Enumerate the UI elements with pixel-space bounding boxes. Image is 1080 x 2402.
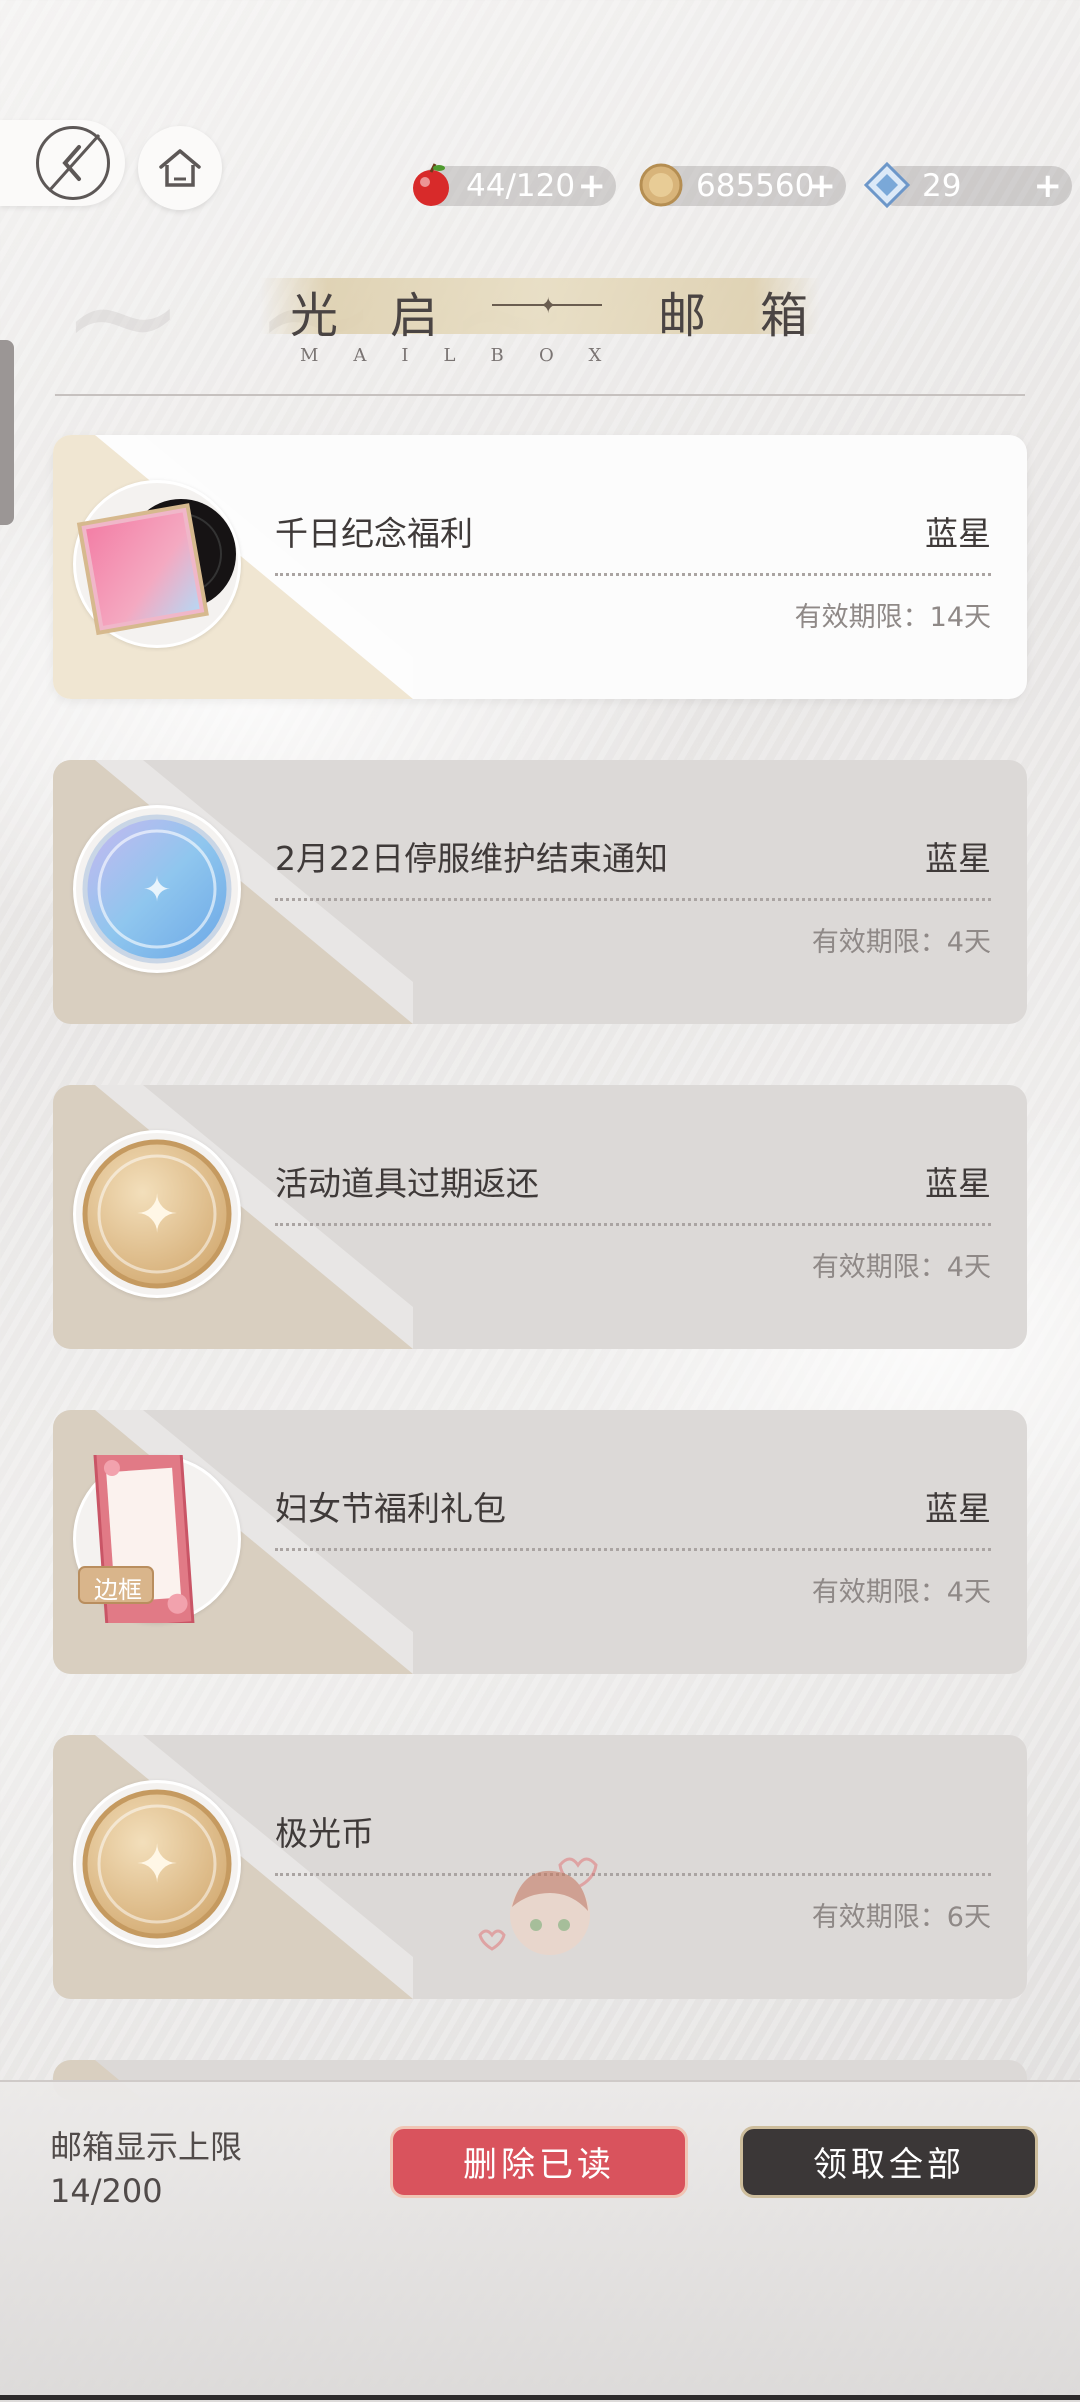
title-char: 光 <box>290 288 339 344</box>
mail-icon-circle <box>73 480 241 648</box>
svg-text:✦: ✦ <box>143 870 172 910</box>
dotted-divider <box>275 898 991 901</box>
mail-sender: 蓝星 <box>925 1489 991 1528</box>
mail-sender: 蓝星 <box>925 839 991 878</box>
page-title: 光 启 ✦ 邮 箱 <box>260 270 820 350</box>
title-char: 箱 <box>760 288 809 344</box>
svg-text:✦: ✦ <box>135 1835 179 1895</box>
delete-read-button[interactable]: 删除已读 <box>390 2126 688 2198</box>
frame-icon-label: 边框 <box>94 1576 142 1604</box>
mailbox-capacity-value: 14/200 <box>50 2172 163 2210</box>
chibi-character-icon <box>478 1857 598 1955</box>
blue-coin-icon: ✦ <box>82 814 232 964</box>
mailbox-capacity-label: 邮箱显示上限 <box>50 2128 243 2166</box>
title-char: 启 <box>390 288 439 344</box>
gold-value: 685560 <box>696 168 815 204</box>
mail-sender: 蓝星 <box>925 1164 991 1203</box>
stamina-counter[interactable]: 44/120 + <box>413 163 616 206</box>
mail-title: 2月22日停服维护结束通知 <box>275 839 668 878</box>
gold-coin-icon: ✦ <box>82 1139 232 1289</box>
sparkle-icon: ✦ <box>539 294 558 319</box>
mail-item[interactable]: 边框 妇女节福利礼包 蓝星 有效期限：4天 <box>53 1410 1027 1674</box>
dotted-divider <box>275 573 991 576</box>
mail-expire: 有效期限：14天 <box>794 602 991 633</box>
mail-item[interactable]: ✦ 2月22日停服维护结束通知 蓝星 有效期限：4天 <box>53 760 1027 1024</box>
gold-coin-icon <box>639 163 683 207</box>
vinyl-record-icon <box>76 499 236 636</box>
gold-plus-icon[interactable]: + <box>808 166 837 206</box>
mail-expire: 有效期限：4天 <box>811 927 991 958</box>
page-subtitle: MAILBOX <box>300 345 637 366</box>
gem-counter[interactable]: 29 + <box>863 161 1072 209</box>
mail-expire: 有效期限：6天 <box>811 1902 991 1933</box>
mail-title: 千日纪念福利 <box>275 514 473 553</box>
mail-expire: 有效期限：4天 <box>811 1252 991 1283</box>
back-button[interactable] <box>0 120 125 206</box>
gem-value: 29 <box>922 168 962 204</box>
mail-title: 活动道具过期返还 <box>275 1164 539 1203</box>
svg-text:✦: ✦ <box>135 1185 179 1245</box>
gold-coin-icon: ✦ <box>82 1789 232 1939</box>
dotted-divider <box>275 1548 991 1551</box>
mail-item[interactable]: ✦ 活动道具过期返还 蓝星 有效期限：4天 <box>53 1085 1027 1349</box>
mail-title: 妇女节福利礼包 <box>275 1489 506 1528</box>
mail-icon-circle: ✦ <box>73 1130 241 1298</box>
back-icon <box>36 126 110 200</box>
home-icon <box>159 149 201 187</box>
dotted-divider <box>275 1223 991 1226</box>
diamond-icon <box>863 161 911 209</box>
mail-expire: 有效期限：4天 <box>811 1577 991 1608</box>
mail-sender: 蓝星 <box>925 514 991 553</box>
gem-plus-icon[interactable]: + <box>1034 166 1063 206</box>
apple-icon <box>413 163 449 206</box>
mail-item[interactable]: 千日纪念福利 蓝星 有效期限：14天 <box>53 435 1027 699</box>
stamina-value: 44/120 <box>466 168 576 204</box>
mail-icon-circle: ✦ <box>73 1780 241 1948</box>
bottom-edge <box>0 2395 1080 2400</box>
mail-icon-circle: 边框 <box>73 1455 241 1623</box>
home-button[interactable] <box>138 126 222 210</box>
mail-icon-circle: ✦ <box>73 805 241 973</box>
side-drawer-tab[interactable] <box>0 340 14 525</box>
claim-all-button[interactable]: 领取全部 <box>740 2126 1038 2198</box>
stamina-plus-icon[interactable]: + <box>578 166 607 206</box>
mail-title: 极光币 <box>275 1814 374 1853</box>
title-divider <box>55 394 1025 396</box>
gold-counter[interactable]: 685560 + <box>639 163 846 207</box>
title-char: 邮 <box>658 288 707 344</box>
